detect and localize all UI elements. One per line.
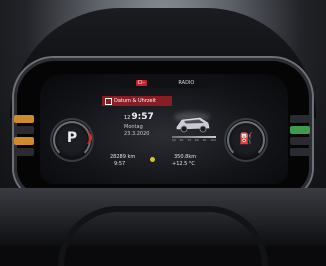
top-status-bar: Cl– RADIO — [120, 78, 210, 88]
scale-tick-label: 60 — [179, 138, 184, 142]
clock-prefix: 12 — [124, 115, 131, 121]
screen-glare — [174, 112, 210, 122]
scale-tick-label: 100 — [210, 138, 216, 142]
gear-indicator: P — [66, 130, 78, 146]
trip-info-row: 28289 km 9:57 350.8km +12.5 °C — [102, 154, 220, 172]
scale-tick-label: 70 — [187, 138, 192, 142]
clock-display: 129:57 — [124, 112, 154, 122]
indicator-light — [290, 137, 310, 145]
tachometer-dial: P — [50, 118, 94, 162]
scale-tick-label: 80 — [194, 138, 199, 142]
warning-icon — [150, 157, 155, 162]
scale-tick-label: 50 — [172, 138, 176, 142]
trip-distance: 350.8km — [174, 154, 197, 160]
date: 23.3.2020 — [124, 131, 150, 137]
indicator-light — [14, 126, 34, 134]
outside-temperature: +12.5 °C — [172, 161, 195, 167]
status-tag: Cl– — [135, 80, 148, 86]
menu-icon — [105, 97, 112, 105]
scale-tick-label: 90 — [202, 138, 207, 142]
menu-title: Datum & Uhrzeit — [114, 98, 156, 104]
virtual-cockpit-screen: Cl– RADIO P ⛽ Datum & Uhrzeit 129:57 Mon… — [40, 74, 288, 184]
indicator-light — [14, 148, 34, 156]
left-indicator-buttons — [14, 112, 34, 162]
indicator-light — [14, 137, 34, 145]
weekday: Montag — [124, 124, 143, 130]
indicator-light — [290, 126, 310, 134]
menu-title-bar: Datum & Uhrzeit — [102, 96, 172, 106]
indicator-light — [14, 115, 34, 123]
radio-label: RADIO — [178, 80, 195, 86]
right-indicator-buttons — [290, 112, 310, 162]
indicator-light — [290, 115, 310, 123]
clock-time: 9:57 — [131, 112, 154, 122]
odometer: 28289 km — [110, 154, 136, 160]
steering-wheel — [58, 206, 268, 266]
fuel-dial: ⛽ — [224, 118, 268, 162]
scale-ticks: 50 60 70 80 90 100 — [172, 138, 216, 144]
indicator-light — [290, 148, 310, 156]
small-clock: 9:57 — [114, 161, 126, 167]
fuel-pump-icon: ⛽ — [239, 132, 253, 145]
